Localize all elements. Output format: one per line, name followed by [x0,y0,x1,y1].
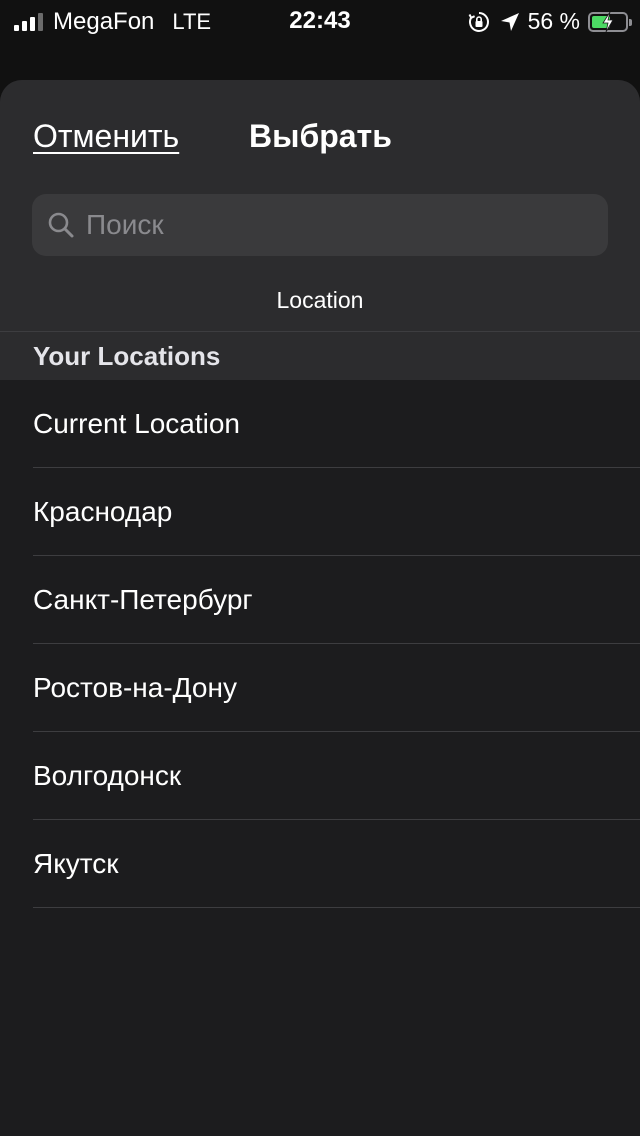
section-label: Location [276,287,364,313]
search-input[interactable] [84,208,608,242]
search-icon [46,210,76,240]
status-bar: MegaFon LTE 22:43 56 % [0,0,640,40]
status-right: 56 % [468,8,632,35]
list-item-rostov-on-don[interactable]: Ростов-на-Дону [0,644,640,732]
list-item-saint-petersburg[interactable]: Санкт-Петербург [0,556,640,644]
sheet-title: Выбрать [249,118,392,154]
list-item-krasnodar[interactable]: Краснодар [0,468,640,556]
your-locations-header: Your Locations [0,332,640,380]
location-arrow-icon [500,12,520,32]
list-item-current-location[interactable]: Current Location [0,380,640,468]
search-field[interactable] [32,194,608,256]
cancel-button[interactable]: Отменить [33,118,179,155]
locations-list: Current Location Краснодар Санкт-Петербу… [0,380,640,908]
list-item-yakutsk[interactable]: Якутск [0,820,640,908]
battery-charging-icon [588,11,632,32]
charging-bolt-icon [602,11,614,32]
location-picker-sheet: Отменить Выбрать Location Your Locations… [0,80,640,1136]
battery-percent: 56 % [527,8,580,34]
list-item-volgodonsk[interactable]: Волгодонск [0,732,640,820]
sheet-header: Отменить Выбрать Location [0,80,640,332]
orientation-lock-icon [468,11,490,33]
